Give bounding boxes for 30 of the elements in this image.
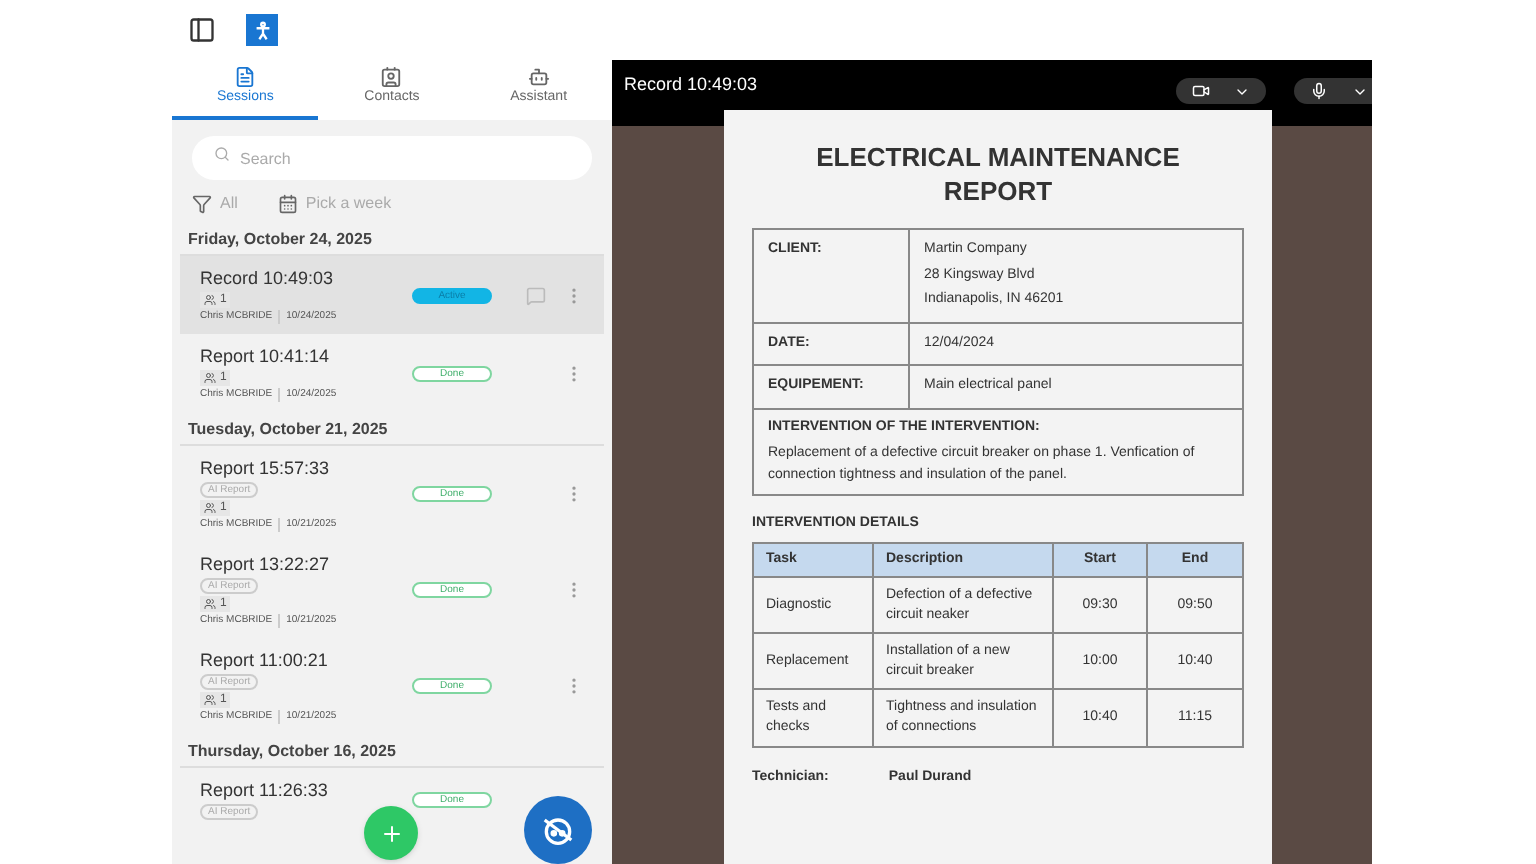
microphone-control[interactable] xyxy=(1294,78,1372,104)
accessibility-icon[interactable] xyxy=(246,14,278,46)
camera-icon xyxy=(1192,82,1210,100)
search-field[interactable]: Search xyxy=(192,136,592,180)
session-title: Record 10:49:03 xyxy=(200,266,336,290)
document-title: ELECTRICAL MAINTENANCE REPORT xyxy=(814,140,1182,208)
calendar-icon[interactable] xyxy=(277,194,298,214)
people-icon xyxy=(204,694,216,706)
assistant-icon[interactable] xyxy=(524,796,592,864)
date-heading: Tuesday, October 21, 2025 xyxy=(180,416,604,446)
plus-icon xyxy=(379,821,403,845)
panel-toggle-icon[interactable] xyxy=(188,16,216,44)
date-heading: Thursday, October 16, 2025 xyxy=(180,738,604,768)
session-title: Report 11:26:33 xyxy=(200,778,330,802)
people-icon xyxy=(204,502,216,514)
people-icon xyxy=(204,294,216,306)
people-icon xyxy=(204,598,216,610)
robot-icon xyxy=(527,66,550,88)
session-title: Report 15:57:33 xyxy=(200,456,332,480)
session-title: Report 10:41:14 xyxy=(200,344,332,368)
search-icon xyxy=(214,145,230,161)
microphone-icon xyxy=(1310,82,1328,100)
contact-card-icon xyxy=(380,66,403,88)
recording-title: Record 10:49:03 xyxy=(624,72,760,98)
camera-control[interactable] xyxy=(1176,78,1266,104)
document-icon xyxy=(234,66,257,88)
people-icon xyxy=(204,372,216,384)
session-title: Report 11:00:21 xyxy=(200,648,330,672)
session-title: Report 13:22:27 xyxy=(200,552,332,576)
filter-icon[interactable] xyxy=(192,194,212,214)
